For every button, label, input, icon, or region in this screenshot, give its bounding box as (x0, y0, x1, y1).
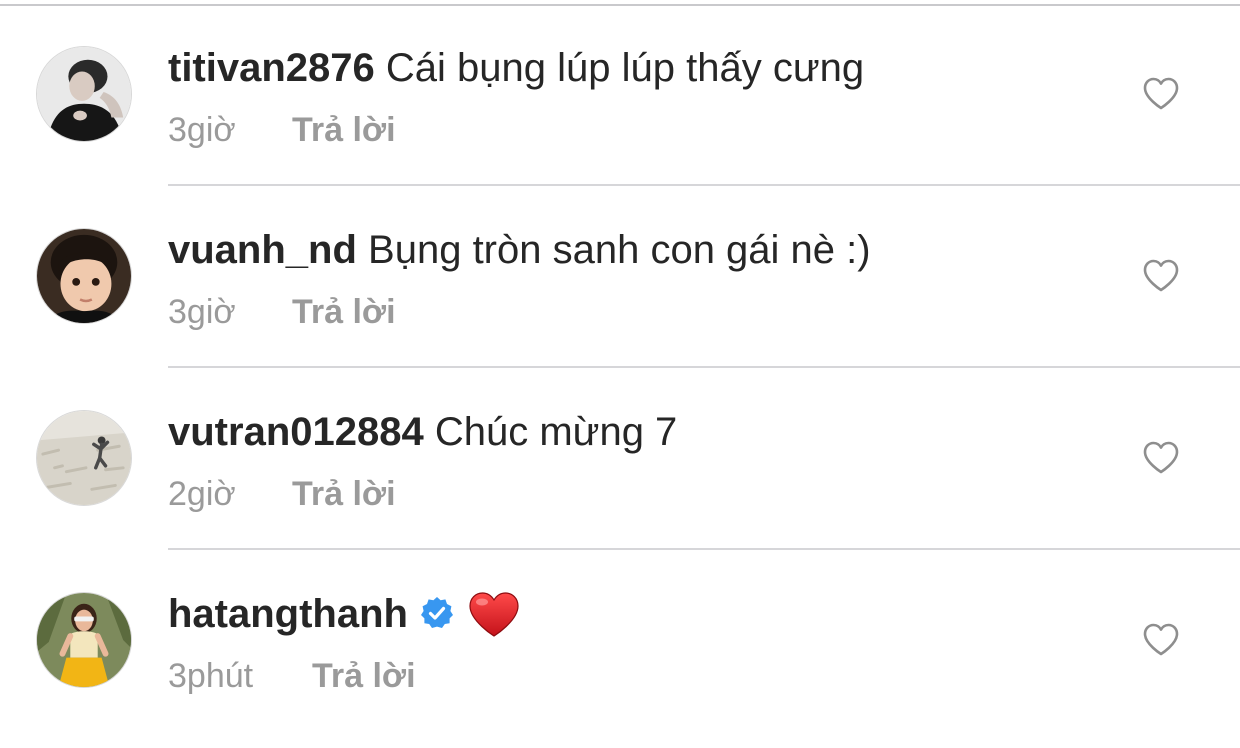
heart-outline-icon (1143, 259, 1179, 292)
heart-outline-icon (1143, 441, 1179, 474)
comment-time: 3phút (168, 657, 254, 695)
comment-username[interactable]: vuanh_nd (168, 228, 357, 272)
comment-meta: 3giờ Trả lời (168, 292, 396, 332)
avatar[interactable] (36, 46, 132, 142)
user-avatar-landscape-icon (37, 411, 131, 505)
comment-username[interactable]: vutran012884 (168, 410, 424, 454)
comment-text: Chúc mừng 7 (434, 410, 678, 454)
comments-screen: titivan2876 Cái bụng lúp lúp thấy cưng 3… (0, 0, 1240, 748)
user-avatar-woman-yellow-icon (37, 593, 131, 687)
user-avatar-woman-dark-icon (37, 47, 131, 141)
comment-time: 3giờ (168, 111, 236, 149)
like-button[interactable] (1142, 258, 1180, 294)
like-button[interactable] (1142, 440, 1180, 476)
comment-body: vutran012884 Chúc mừng 7 (168, 408, 677, 456)
comment-item: vuanh_nd Bụng tròn sanh con gái nè :) 3g… (0, 186, 1240, 368)
comment-username[interactable]: titivan2876 (168, 46, 375, 90)
comment-time: 2giờ (168, 475, 236, 513)
comment-item: vutran012884 Chúc mừng 7 2giờ Trả lời (0, 368, 1240, 550)
comment-meta: 3phút Trả lời (168, 656, 416, 696)
comment-text: Cái bụng lúp lúp thấy cưng (385, 46, 865, 90)
comment-text: Bụng tròn sanh con gái nè :) (368, 228, 871, 272)
comment-item: hatangthanh ❤️ 3phút Trả lời (0, 550, 1240, 748)
reply-button[interactable]: Trả lời (292, 475, 396, 513)
avatar[interactable] (36, 592, 132, 688)
comment-meta: 2giờ Trả lời (168, 474, 396, 514)
comment-username[interactable]: hatangthanh (168, 592, 408, 636)
avatar[interactable] (36, 228, 132, 324)
comment-body: titivan2876 Cái bụng lúp lúp thấy cưng (168, 44, 864, 92)
verified-badge-icon (420, 596, 454, 630)
comment-meta: 3giờ Trả lời (168, 110, 396, 150)
comment-time: 3giờ (168, 293, 236, 331)
reply-button[interactable]: Trả lời (292, 293, 396, 331)
comment-item: titivan2876 Cái bụng lúp lúp thấy cưng 3… (0, 4, 1240, 186)
avatar[interactable] (36, 410, 132, 506)
red-heart-emoji-icon (468, 591, 520, 639)
comment-body: hatangthanh ❤️ (168, 590, 520, 639)
heart-outline-icon (1143, 623, 1179, 656)
like-button[interactable] (1142, 76, 1180, 112)
user-avatar-child-icon (37, 229, 131, 323)
comment-body: vuanh_nd Bụng tròn sanh con gái nè :) (168, 226, 871, 274)
like-button[interactable] (1142, 622, 1180, 658)
heart-outline-icon (1143, 77, 1179, 110)
reply-button[interactable]: Trả lời (312, 657, 416, 695)
reply-button[interactable]: Trả lời (292, 111, 396, 149)
